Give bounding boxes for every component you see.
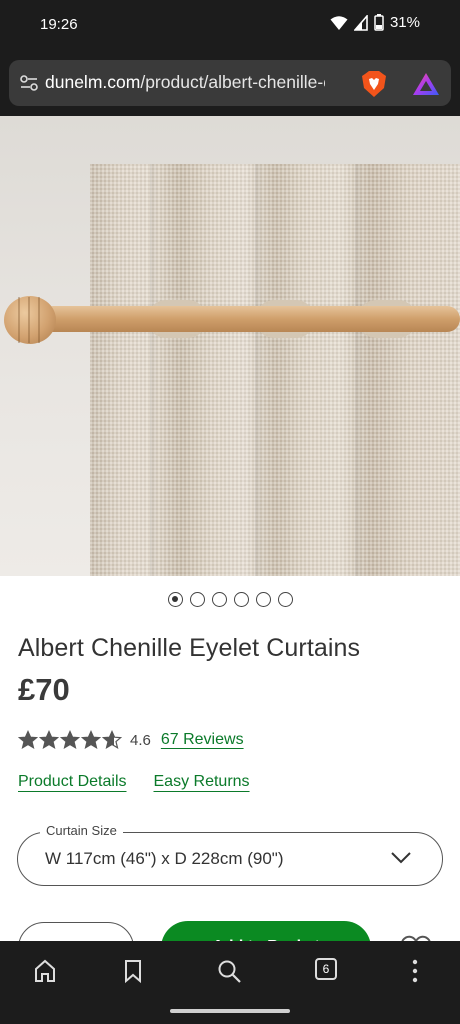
chevron-down-icon: [391, 852, 411, 864]
finial-groove: [28, 297, 30, 343]
url-path: /product/albert-chenille-ey: [140, 72, 325, 92]
pole-segment: [256, 306, 314, 332]
carousel-dot[interactable]: [233, 592, 249, 607]
carousel-dot[interactable]: [277, 592, 293, 607]
star-icon: [18, 730, 38, 750]
curtain-fold: [355, 164, 363, 576]
curtain-size-select[interactable]: Curtain Size W 117cm (46") x D 228cm (90…: [17, 823, 443, 886]
easy-returns-link[interactable]: Easy Returns: [154, 773, 250, 791]
url-text[interactable]: dunelm.com/product/albert-chenille-ey: [45, 72, 325, 93]
star-icon: [39, 730, 59, 750]
browser-toolbar: dunelm.com/product/albert-chenille-ey: [0, 52, 460, 116]
curtain-fabric: [90, 164, 460, 576]
address-bar[interactable]: dunelm.com/product/albert-chenille-ey: [9, 60, 451, 106]
star-icon: [102, 730, 122, 750]
star-icon: [81, 730, 101, 750]
home-icon[interactable]: [32, 958, 58, 984]
curtain-fold: [150, 164, 158, 576]
finial-groove: [38, 297, 40, 343]
signal-icon: [353, 14, 368, 31]
carousel-dot[interactable]: [255, 592, 271, 607]
status-bar: 19:26 31%: [0, 0, 460, 52]
carousel-dot[interactable]: [167, 592, 183, 607]
size-select-label: Curtain Size: [40, 823, 123, 838]
product-details-link[interactable]: Product Details: [18, 773, 127, 791]
curtain-fold: [255, 164, 263, 576]
product-price: £70: [18, 672, 70, 707]
carousel-dots: [0, 592, 460, 608]
brave-rewards-icon[interactable]: [412, 72, 440, 96]
rating-row: 4.6 67 Reviews: [18, 729, 244, 751]
status-icons: 31%: [330, 14, 420, 31]
home-indicator[interactable]: [170, 1009, 290, 1013]
star-icon: [60, 730, 80, 750]
pole-finial: [4, 296, 56, 344]
tabs-icon[interactable]: 6: [315, 958, 337, 980]
pole-segment: [358, 306, 416, 332]
size-select-value: W 117cm (46") x D 228cm (90"): [45, 849, 284, 868]
rating-value: 4.6: [130, 731, 151, 749]
rating-stars: [18, 730, 122, 750]
pole-segment: [148, 306, 206, 332]
status-time: 19:26: [40, 16, 78, 33]
search-icon[interactable]: [216, 958, 242, 984]
carousel-dot[interactable]: [189, 592, 205, 607]
site-settings-icon[interactable]: [19, 73, 39, 93]
url-domain: dunelm.com: [45, 72, 141, 92]
battery-percent: 31%: [389, 14, 420, 31]
reviews-link[interactable]: 67 Reviews: [161, 731, 244, 749]
wifi-icon: [330, 15, 348, 30]
info-links: Product Details Easy Returns: [18, 773, 250, 791]
more-menu-icon[interactable]: [402, 958, 428, 984]
finial-groove: [18, 297, 20, 343]
carousel-dot[interactable]: [211, 592, 227, 607]
battery-icon: [374, 14, 384, 31]
product-title: Albert Chenille Eyelet Curtains: [18, 634, 361, 662]
brave-shields-icon[interactable]: [361, 70, 387, 98]
browser-bottom-nav: 6: [0, 941, 460, 1024]
bookmark-icon[interactable]: [120, 958, 146, 984]
product-image[interactable]: [0, 116, 460, 576]
